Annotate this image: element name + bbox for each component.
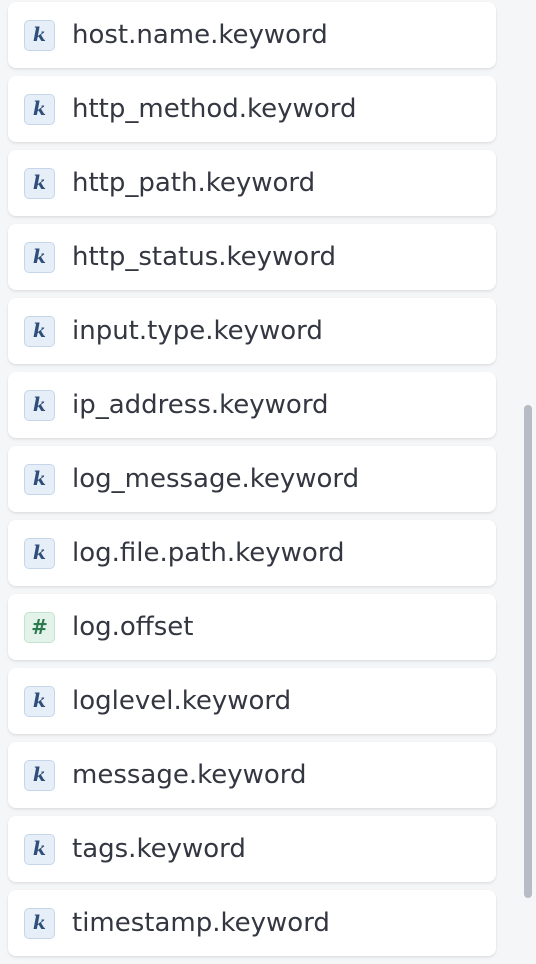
- keyword-type-icon: k: [24, 389, 55, 421]
- field-item[interactable]: k host.name.keyword: [8, 2, 496, 68]
- field-name: tags.keyword: [72, 834, 246, 864]
- field-name: ip_address.keyword: [72, 390, 329, 420]
- field-item[interactable]: k http_status.keyword: [8, 224, 496, 290]
- keyword-type-icon: k: [24, 463, 55, 495]
- keyword-type-icon: k: [24, 93, 55, 125]
- field-item[interactable]: k message.keyword: [8, 742, 496, 808]
- field-item[interactable]: k ip_address.keyword: [8, 372, 496, 438]
- keyword-type-icon: k: [24, 833, 55, 865]
- field-item[interactable]: # log.offset: [8, 594, 496, 660]
- keyword-type-icon: k: [24, 167, 55, 199]
- field-name: message.keyword: [72, 760, 307, 790]
- field-item[interactable]: k log.file.path.keyword: [8, 520, 496, 586]
- field-item[interactable]: k input.type.keyword: [8, 298, 496, 364]
- field-list: k host.name.keyword k http_method.keywor…: [8, 2, 496, 964]
- keyword-type-icon: k: [24, 537, 55, 569]
- keyword-type-icon: k: [24, 315, 55, 347]
- field-item[interactable]: k http_method.keyword: [8, 76, 496, 142]
- field-name: timestamp.keyword: [72, 908, 330, 938]
- scrollbar[interactable]: [524, 0, 536, 964]
- field-name: log.offset: [72, 612, 194, 642]
- field-name: log.file.path.keyword: [72, 538, 345, 568]
- field-name: input.type.keyword: [72, 316, 323, 346]
- keyword-type-icon: k: [24, 241, 55, 273]
- field-name: http_path.keyword: [72, 168, 316, 198]
- keyword-type-icon: k: [24, 19, 55, 51]
- field-name: log_message.keyword: [72, 464, 360, 494]
- number-type-icon: #: [24, 611, 55, 643]
- field-item[interactable]: k loglevel.keyword: [8, 668, 496, 734]
- field-name: http_status.keyword: [72, 242, 336, 272]
- field-item[interactable]: k timestamp.keyword: [8, 890, 496, 956]
- keyword-type-icon: k: [24, 907, 55, 939]
- scrollbar-thumb[interactable]: [524, 405, 532, 898]
- field-item[interactable]: k http_path.keyword: [8, 150, 496, 216]
- field-name: http_method.keyword: [72, 94, 357, 124]
- keyword-type-icon: k: [24, 759, 55, 791]
- field-name: host.name.keyword: [72, 20, 328, 50]
- field-name: loglevel.keyword: [72, 686, 292, 716]
- field-item[interactable]: k log_message.keyword: [8, 446, 496, 512]
- field-list-panel: k host.name.keyword k http_method.keywor…: [0, 0, 536, 964]
- keyword-type-icon: k: [24, 685, 55, 717]
- field-item[interactable]: k tags.keyword: [8, 816, 496, 882]
